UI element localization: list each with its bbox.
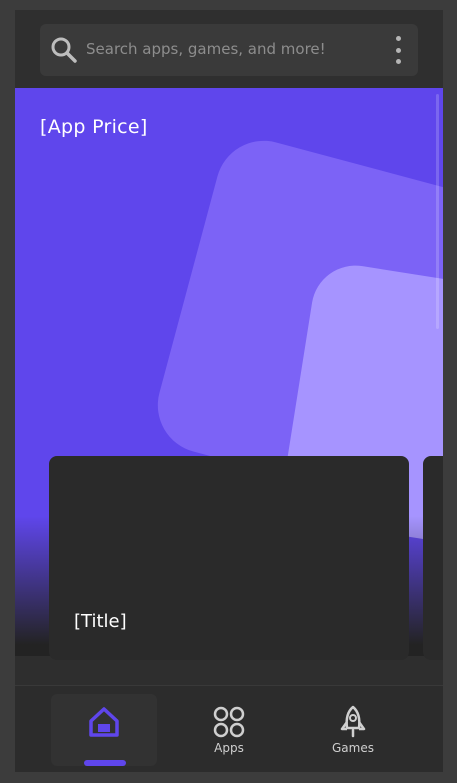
more-dot-icon bbox=[395, 36, 401, 41]
card-title: [Title] bbox=[74, 611, 127, 632]
nav-item-apps[interactable]: Apps bbox=[176, 694, 282, 766]
more-dot-icon bbox=[395, 47, 401, 53]
featured-card-next[interactable] bbox=[423, 456, 443, 660]
scrollbar[interactable] bbox=[436, 94, 439, 329]
top-bar: Search apps, games, and more! bbox=[15, 10, 443, 88]
nav-label-games: Games bbox=[332, 741, 374, 755]
rocket-icon bbox=[340, 705, 366, 738]
nav-item-home[interactable] bbox=[51, 694, 157, 766]
nav-item-games[interactable]: Games bbox=[300, 694, 406, 766]
apps-grid-icon bbox=[213, 706, 245, 738]
more-options-button[interactable] bbox=[392, 36, 404, 64]
active-indicator bbox=[84, 760, 126, 766]
app-window: Search apps, games, and more! [App Price… bbox=[15, 10, 443, 772]
featured-card[interactable]: [Title] bbox=[49, 456, 409, 660]
more-dot-icon bbox=[395, 59, 401, 64]
device-frame: Search apps, games, and more! [App Price… bbox=[0, 0, 457, 783]
search-bar[interactable]: Search apps, games, and more! bbox=[40, 24, 418, 76]
search-icon bbox=[51, 37, 77, 63]
bottom-navigation: Apps Games bbox=[15, 685, 443, 772]
home-icon bbox=[89, 707, 119, 737]
nav-label-apps: Apps bbox=[214, 741, 244, 755]
search-input[interactable]: Search apps, games, and more! bbox=[86, 40, 326, 58]
hero-app-price: [App Price] bbox=[40, 116, 148, 138]
